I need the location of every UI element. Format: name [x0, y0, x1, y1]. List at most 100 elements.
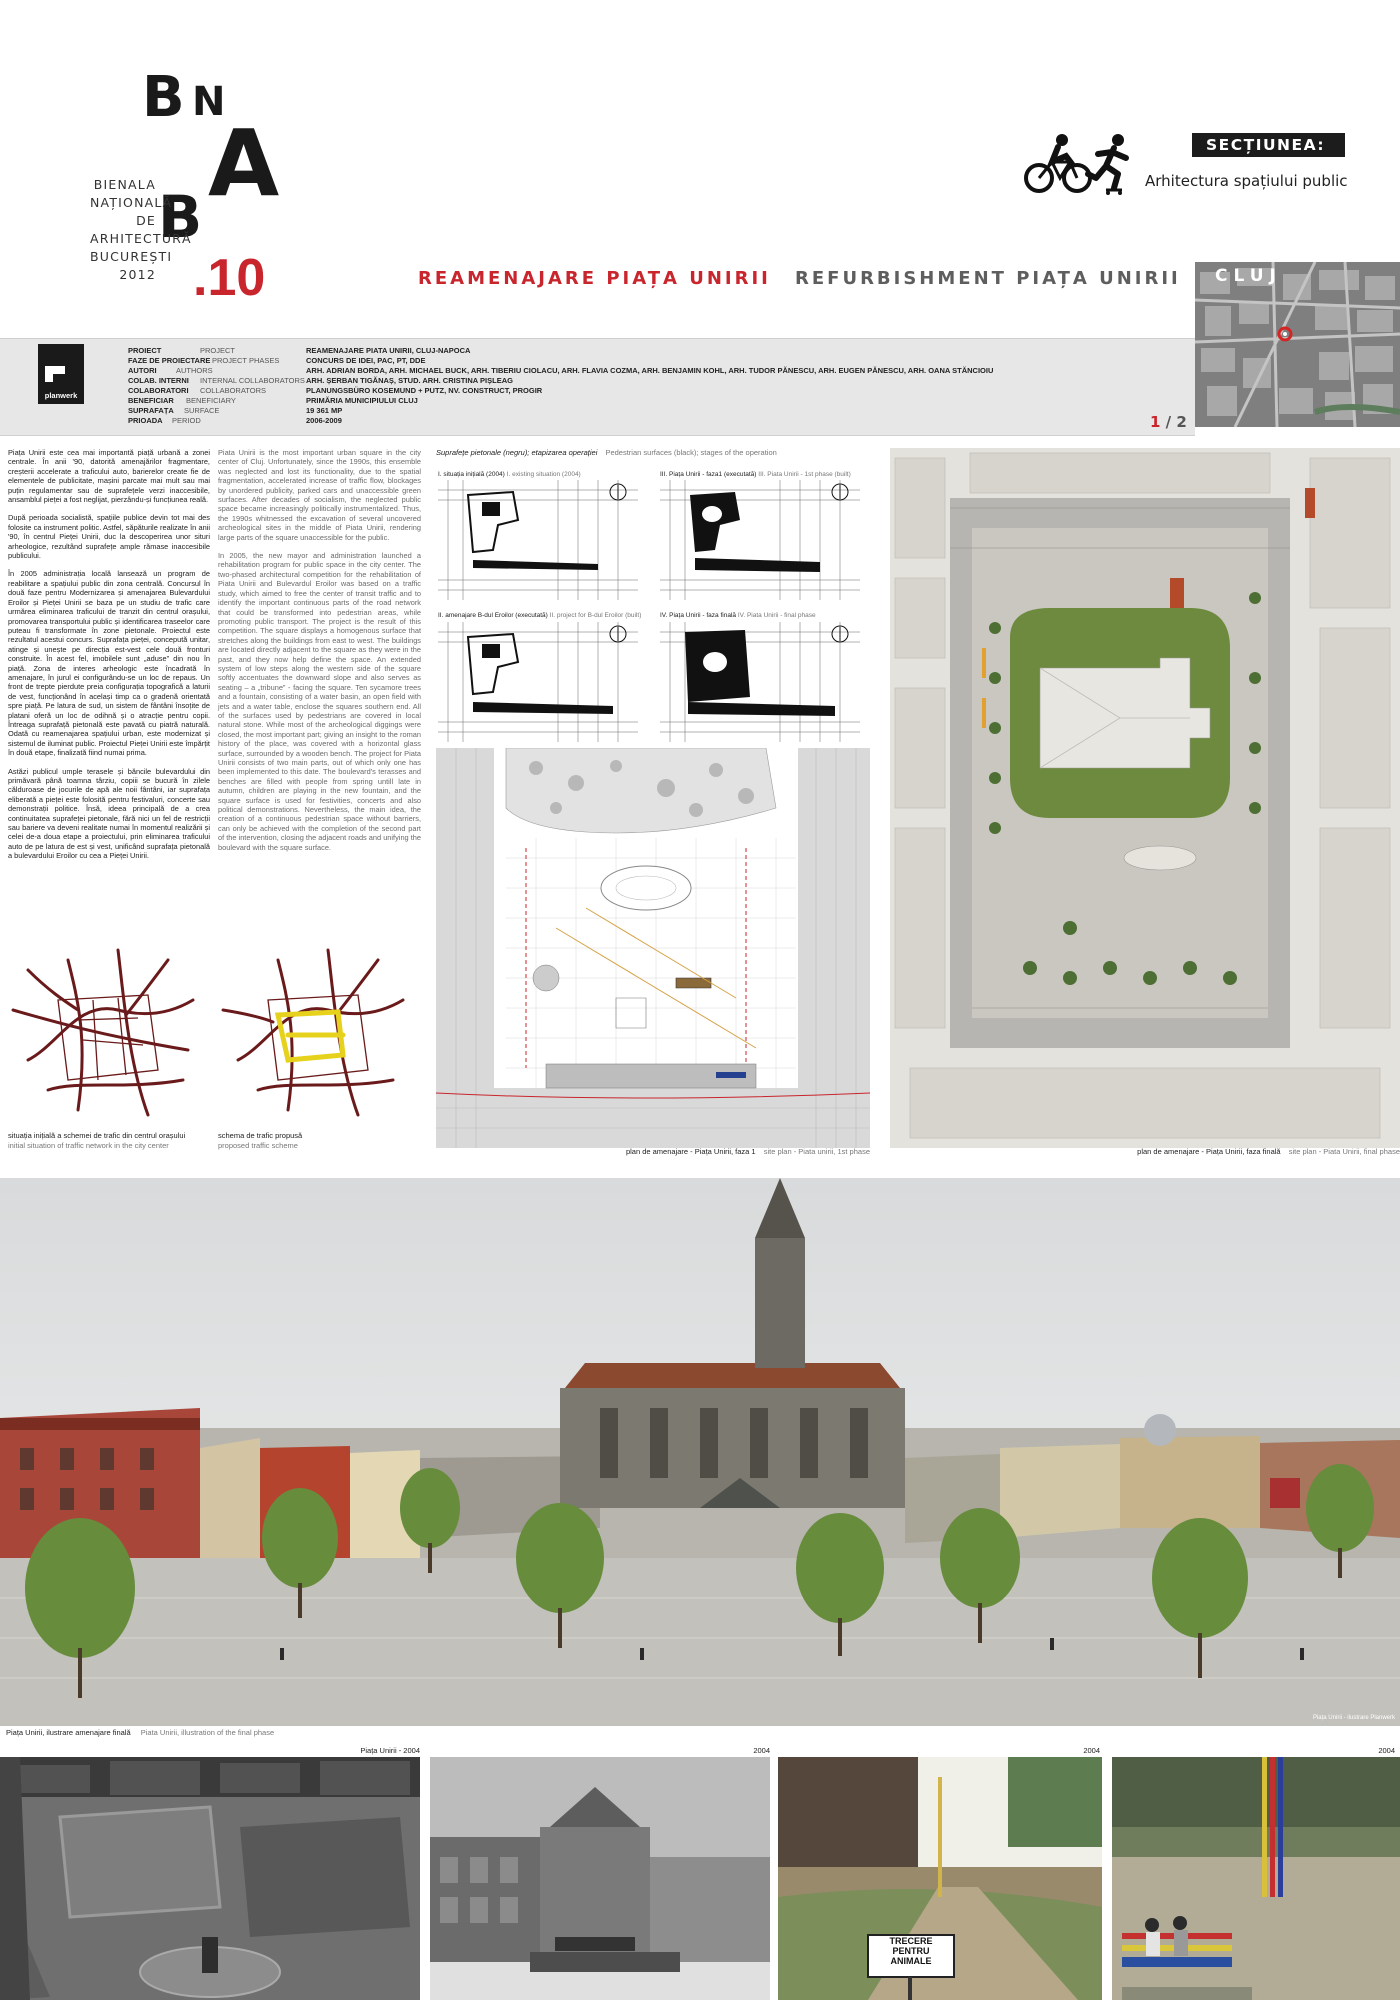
- phase-caption: IV. Piața Unirii - faza finală IV. Piata…: [660, 612, 816, 619]
- rendering-credit: Piața Unirii - ilustrare Planwerk: [1312, 1715, 1395, 1721]
- rendering-caption-en: Piata Unirii, illustration of the final …: [140, 1728, 275, 1737]
- info-value: 2006-2009: [306, 416, 342, 425]
- project-info-table: PROIECT PROJECT REAMENAJARE PIATA UNIRII…: [128, 346, 1188, 434]
- info-row: BENEFICIAR BENEFICIARY PRIMĂRIA MUNICIPI…: [128, 396, 1268, 406]
- photo-street-2004: [430, 1757, 770, 2000]
- phase-diagram-4: [660, 622, 860, 742]
- info-value: REAMENAJARE PIATA UNIRII, CLUJ-NAPOCA: [306, 346, 471, 355]
- info-row: AUTORI AUTHORS ARH. ADRIAN BORDA, ARH. M…: [128, 366, 1268, 376]
- plan-caption-ro: plan de amenajare - Piața Unirii, faza 1: [625, 1147, 756, 1156]
- info-row: COLABORATORI COLLABORATORS PLANUNGSBÜRO …: [128, 386, 1268, 396]
- info-label-ro: FAZE DE PROIECTARE: [128, 356, 211, 365]
- paragraph-ro: După perioada socialistă, spațiile publi…: [8, 513, 210, 561]
- plan-caption-final: plan de amenajare - Piața Unirii, faza f…: [1000, 1147, 1400, 1157]
- phase-caption: II. amenajare B-dul Eroilor (executată) …: [438, 612, 641, 619]
- road-sign: TRECERE PENTRU ANIMALE: [868, 1936, 954, 1966]
- page-total: 2: [1176, 413, 1187, 431]
- page-indicator: 1 / 2: [1150, 413, 1187, 431]
- caption-ro: situația inițială a schemei de trafic di…: [8, 1131, 186, 1140]
- paragraph-ro: Astăzi publicul umple terasele și băncil…: [8, 766, 210, 861]
- info-label-en: SURFACE: [184, 406, 220, 415]
- edition-number: .10: [193, 249, 266, 307]
- info-label-ro: SUPRAFAȚA: [128, 406, 174, 415]
- site-plan-phase1: [436, 748, 870, 1148]
- biennale-line: BUCUREȘTI: [90, 249, 173, 264]
- phase-caption: I. situația inițială (2004) I. existing …: [438, 471, 581, 478]
- info-row: COLAB. INTERNI INTERNAL COLLABORATORS AR…: [128, 376, 1268, 386]
- info-value: ARH. ADRIAN BORDA, ARH. MICHAEL BUCK, AR…: [306, 366, 994, 375]
- info-label-en: BENEFICIARY: [186, 396, 236, 405]
- biennale-line: 2012: [119, 267, 156, 282]
- caption-en: initial situation of traffic network in …: [8, 1141, 169, 1150]
- sign-line: TRECERE: [889, 1936, 933, 1946]
- plan-caption-en: site plan - Piata Unirii, final phase: [1288, 1147, 1400, 1156]
- biennale-line: BIENALA: [93, 177, 156, 192]
- info-label-ro: PRIOADA: [128, 416, 163, 425]
- phase-caption-ro: IV. Piața Unirii - faza finală: [660, 612, 736, 619]
- phases-heading: Suprafețe pietonale (negru); etapizarea …: [436, 448, 777, 458]
- biennale-name: BIENALA NAȚIONALĂ DE ARHITECTURĂ BUCUREȘ…: [90, 176, 192, 284]
- traffic-scheme-initial: [11, 948, 195, 1117]
- phase-caption: III. Piața Unirii - faza1 (executată) II…: [660, 471, 851, 478]
- phase-caption-en: II. project for B-dul Eroilor (built): [549, 612, 642, 619]
- section-label: SECȚIUNEA:: [1192, 133, 1345, 157]
- sign-line: PENTRU: [892, 1946, 930, 1956]
- info-row: PROIECT PROJECT REAMENAJARE PIATA UNIRII…: [128, 346, 1268, 356]
- project-title-ro: REAMENAJARE PIAȚA UNIRII: [418, 268, 771, 289]
- info-label-en: PROJECT: [200, 346, 236, 355]
- info-label-en: PERIOD: [172, 416, 201, 425]
- biennale-line: ARHITECTURĂ: [90, 231, 192, 246]
- info-label-en: AUTHORS: [176, 366, 213, 375]
- logo-letter-b1: B: [142, 65, 185, 130]
- plan-caption-en: site plan - Piata unirii, 1st phase: [763, 1147, 870, 1156]
- cyclist-and-skater-icon: [1024, 134, 1129, 195]
- sign-line: ANIMALE: [890, 1956, 932, 1966]
- planwerk-logo-mark-cut: [53, 374, 65, 382]
- page-current: 1: [1150, 413, 1161, 431]
- info-value: CONCURS DE IDEI, PAC, PT, DDE: [306, 356, 426, 365]
- paragraph-ro: În 2005 administrația locală lansează un…: [8, 569, 210, 758]
- phase-caption-ro: II. amenajare B-dul Eroilor (executată): [438, 612, 548, 619]
- paragraph-ro: Piața Unirii este cea mai importantă pia…: [8, 448, 210, 505]
- plan-caption-ro: plan de amenajare - Piața Unirii, faza f…: [1137, 1147, 1281, 1156]
- square-rendering: [0, 1178, 1400, 1726]
- caption-ro: schema de trafic propusă: [218, 1131, 303, 1140]
- phases-heading-en: Pedestrian surfaces (black); stages of t…: [605, 448, 777, 457]
- phase-caption-ro: I. situația inițială (2004): [438, 471, 505, 478]
- traffic-caption-proposed: schema de trafic propusă proposed traffi…: [218, 1131, 418, 1151]
- traffic-scheme-proposed: [221, 948, 405, 1117]
- photo-label: 2004: [1378, 1746, 1395, 1755]
- rendering-caption-ro: Piața Unirii, ilustrare amenajare finală: [6, 1728, 131, 1737]
- paragraph-en: In 2005, the new mayor and administratio…: [218, 551, 421, 852]
- biennale-line: NAȚIONALĂ: [90, 195, 173, 210]
- photo-bench-2004: [1112, 1757, 1400, 2000]
- info-value: PLANUNGSBÜRO KOSEMUND + PUTZ, NV. CONSTR…: [306, 386, 543, 395]
- description-ro: Piața Unirii este cea mai importantă pia…: [8, 448, 210, 870]
- info-value: ARH. ȘERBAN TIGĂNAȘ, STUD. ARH. CRISTINA…: [306, 376, 513, 385]
- phase-caption-en: I. existing situation (2004): [506, 471, 581, 478]
- phase-diagram-3: [660, 480, 860, 600]
- site-plan-final: [890, 448, 1400, 1148]
- info-row: FAZE DE PROIECTARE PROJECT PHASES CONCUR…: [128, 356, 1268, 366]
- info-label-ro: COLAB. INTERNI: [128, 376, 189, 385]
- info-value: 19 361 MP: [306, 406, 343, 415]
- info-label-ro: AUTORI: [128, 366, 157, 375]
- info-value: PRIMĂRIA MUNICIPIULUI CLUJ: [306, 396, 418, 405]
- info-label-ro: PROIECT: [128, 346, 162, 355]
- info-label-en: INTERNAL COLLABORATORS: [200, 376, 305, 385]
- project-title-en: REFURBISHMENT PIAȚA UNIRII: [795, 268, 1181, 289]
- photo-label: Piața Unirii - 2004: [360, 1746, 420, 1755]
- info-row: PRIOADA PERIOD 2006-2009: [128, 416, 1268, 426]
- description-en: Piata Unirii is the most important urban…: [218, 448, 421, 861]
- photo-label: 2004: [1083, 1746, 1100, 1755]
- phase-caption-en: IV. Piata Unirii - final phase: [737, 612, 816, 619]
- page-separator: /: [1160, 413, 1177, 431]
- map-city-label: CLUJ: [1215, 266, 1282, 286]
- planwerk-logo-text: planwerk: [44, 391, 78, 400]
- info-label-ro: COLABORATORI: [128, 386, 189, 395]
- info-label-en: COLLABORATORS: [200, 386, 266, 395]
- traffic-caption-initial: situația inițială a schemei de trafic di…: [8, 1131, 208, 1151]
- photo-label: 2004: [753, 1746, 770, 1755]
- phase-diagram-2: [438, 622, 638, 742]
- info-label-en: PROJECT PHASES: [212, 356, 280, 365]
